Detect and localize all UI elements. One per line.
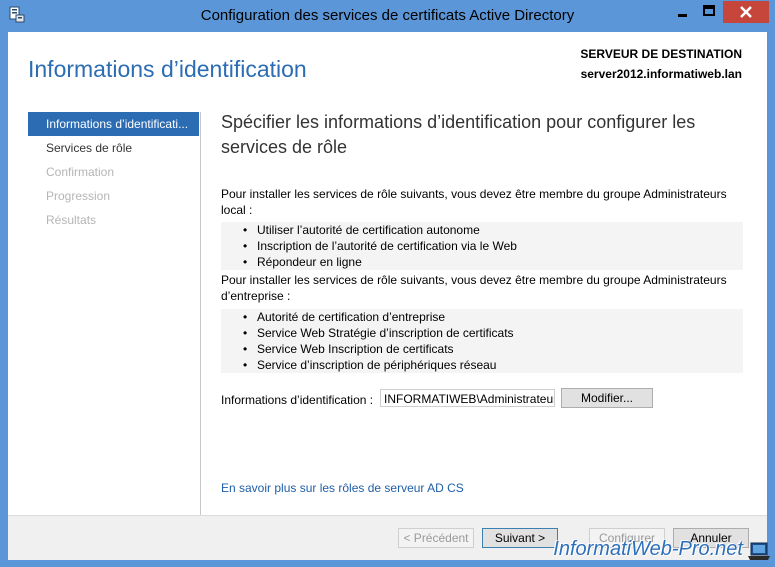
previous-button: < Précédent xyxy=(398,528,474,548)
next-button[interactable]: Suivant > xyxy=(482,528,558,548)
learn-more-link[interactable]: En savoir plus sur les rôles de serveur … xyxy=(221,481,464,495)
close-button[interactable] xyxy=(723,1,769,23)
wizard-navigation: Informations d’identificati... Services … xyxy=(28,112,199,232)
credentials-label: Informations d’identification : xyxy=(221,393,374,407)
list-item: Répondeur en ligne xyxy=(221,254,743,270)
watermark-text: InformatiWeb-Pro.net xyxy=(553,538,743,560)
laptop-logo-icon xyxy=(747,541,771,563)
list-item: Autorité de certification d’entreprise xyxy=(221,309,743,325)
list-item: Utiliser l’autorité de certification aut… xyxy=(221,222,743,238)
nav-item-role-services[interactable]: Services de rôle xyxy=(28,136,199,160)
minimize-button[interactable] xyxy=(670,1,695,23)
list-item: Service Web Inscription de certificats xyxy=(221,341,743,357)
section-subtitle: Spécifier les informations d’identificat… xyxy=(221,112,696,157)
title-bar[interactable]: Configuration des services de certificat… xyxy=(0,0,775,32)
window-title: Configuration des services de certificat… xyxy=(200,7,575,24)
nav-item-credentials[interactable]: Informations d’identificati... xyxy=(28,112,199,136)
minimize-icon xyxy=(678,14,687,17)
local-admin-intro: Pour installer les services de rôle suiv… xyxy=(221,187,727,217)
list-item: Service d’inscription de périphériques r… xyxy=(221,357,743,373)
maximize-icon xyxy=(703,5,715,16)
list-item: Service Web Stratégie d’inscription de c… xyxy=(221,325,743,341)
enterprise-role-list: Autorité de certification d’entreprise S… xyxy=(221,309,743,373)
close-icon xyxy=(740,6,752,18)
nav-item-results: Résultats xyxy=(46,213,97,227)
modify-credentials-button[interactable]: Modifier... xyxy=(561,388,653,408)
credentials-field: INFORMATIWEB\Administrateur xyxy=(380,389,555,407)
destination-server-label: SERVEUR DE DESTINATION xyxy=(580,47,742,61)
nav-item-confirmation: Confirmation xyxy=(46,165,115,179)
local-role-list: Utiliser l’autorité de certification aut… xyxy=(221,222,743,270)
app-window: Configuration des services de certificat… xyxy=(0,0,775,567)
main-panel: Spécifier les informations d’identificat… xyxy=(221,110,751,408)
page-title: Informations d’identification xyxy=(28,56,307,82)
list-item: Inscription de l’autorité de certificati… xyxy=(221,238,743,254)
wizard-content: Informations d’identification SERVEUR DE… xyxy=(8,32,767,560)
destination-server-name: server2012.informatiweb.lan xyxy=(580,67,742,81)
nav-divider xyxy=(200,112,201,517)
nav-item-progress: Progression xyxy=(46,189,111,203)
enterprise-admin-intro: Pour installer les services de rôle suiv… xyxy=(221,273,727,303)
maximize-button[interactable] xyxy=(696,1,722,23)
